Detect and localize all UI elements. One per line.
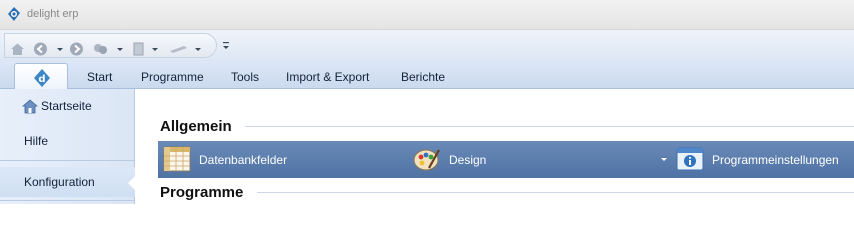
sidebar-item-startseite[interactable]: Startseite bbox=[0, 91, 135, 121]
document-icon[interactable] bbox=[131, 42, 146, 56]
settings-window-icon bbox=[676, 147, 704, 171]
window-title: delight erp bbox=[27, 8, 79, 20]
chevron-down-icon[interactable] bbox=[222, 41, 230, 51]
sidebar-item-hilfe[interactable]: Hilfe bbox=[0, 126, 135, 156]
tab-programme[interactable]: Programme bbox=[141, 70, 204, 84]
section-divider bbox=[257, 192, 854, 193]
design-button[interactable]: Design bbox=[413, 141, 668, 178]
forward-icon[interactable] bbox=[69, 42, 84, 56]
back-dropdown-arrow[interactable] bbox=[57, 48, 63, 51]
delight-logo-icon: d bbox=[34, 69, 50, 87]
title-bar: delight erp bbox=[0, 0, 854, 30]
sidebar: Startseite Hilfe Konfiguration bbox=[0, 89, 136, 204]
tab-import-export[interactable]: Import & Export bbox=[286, 70, 369, 84]
home-icon bbox=[22, 99, 38, 114]
quick-access-group bbox=[4, 33, 217, 58]
quick-access-toolbar bbox=[0, 30, 854, 61]
item-label: Design bbox=[449, 153, 487, 167]
svg-text:d: d bbox=[38, 74, 45, 85]
sidebar-item-label: Startseite bbox=[41, 99, 92, 113]
sidebar-divider bbox=[0, 200, 134, 201]
delight-puzzle-icon[interactable] bbox=[6, 6, 22, 22]
network-dropdown-arrow[interactable] bbox=[117, 48, 123, 51]
section-title-allgemein: Allgemein bbox=[160, 118, 232, 135]
tab-tools[interactable]: Tools bbox=[231, 70, 259, 84]
programmeinstellungen-button[interactable]: Programmeinstellungen bbox=[676, 141, 854, 178]
network-icon[interactable] bbox=[93, 42, 108, 56]
back-icon[interactable] bbox=[33, 42, 48, 56]
sidebar-item-label: Hilfe bbox=[24, 134, 49, 148]
sidebar-divider bbox=[0, 160, 134, 161]
design-dropdown-arrow[interactable] bbox=[661, 158, 667, 161]
tab-berichte[interactable]: Berichte bbox=[401, 70, 445, 84]
main-content: Allgemein Datenbankfelder Design Program… bbox=[135, 89, 854, 204]
document-dropdown-arrow[interactable] bbox=[152, 48, 158, 51]
section-title-programme: Programme bbox=[160, 184, 244, 201]
palette-icon bbox=[413, 149, 440, 171]
item-label: Programmeinstellungen bbox=[712, 153, 839, 167]
datenbankfelder-button[interactable]: Datenbankfelder bbox=[163, 141, 393, 178]
home-icon[interactable] bbox=[10, 42, 25, 56]
sidebar-item-konfiguration[interactable]: Konfiguration bbox=[0, 167, 136, 197]
section-divider bbox=[245, 126, 854, 127]
tab-start[interactable]: Start bbox=[87, 70, 112, 84]
sidebar-item-label: Konfiguration bbox=[24, 175, 95, 189]
pen-dropdown-arrow[interactable] bbox=[195, 48, 201, 51]
application-menu-button[interactable]: d bbox=[14, 63, 68, 90]
item-label: Datenbankfelder bbox=[199, 153, 288, 167]
table-grid-icon bbox=[163, 146, 191, 172]
pen-icon[interactable] bbox=[168, 42, 190, 56]
settings-group-bar: Datenbankfelder Design Programmeinstellu… bbox=[158, 141, 854, 178]
